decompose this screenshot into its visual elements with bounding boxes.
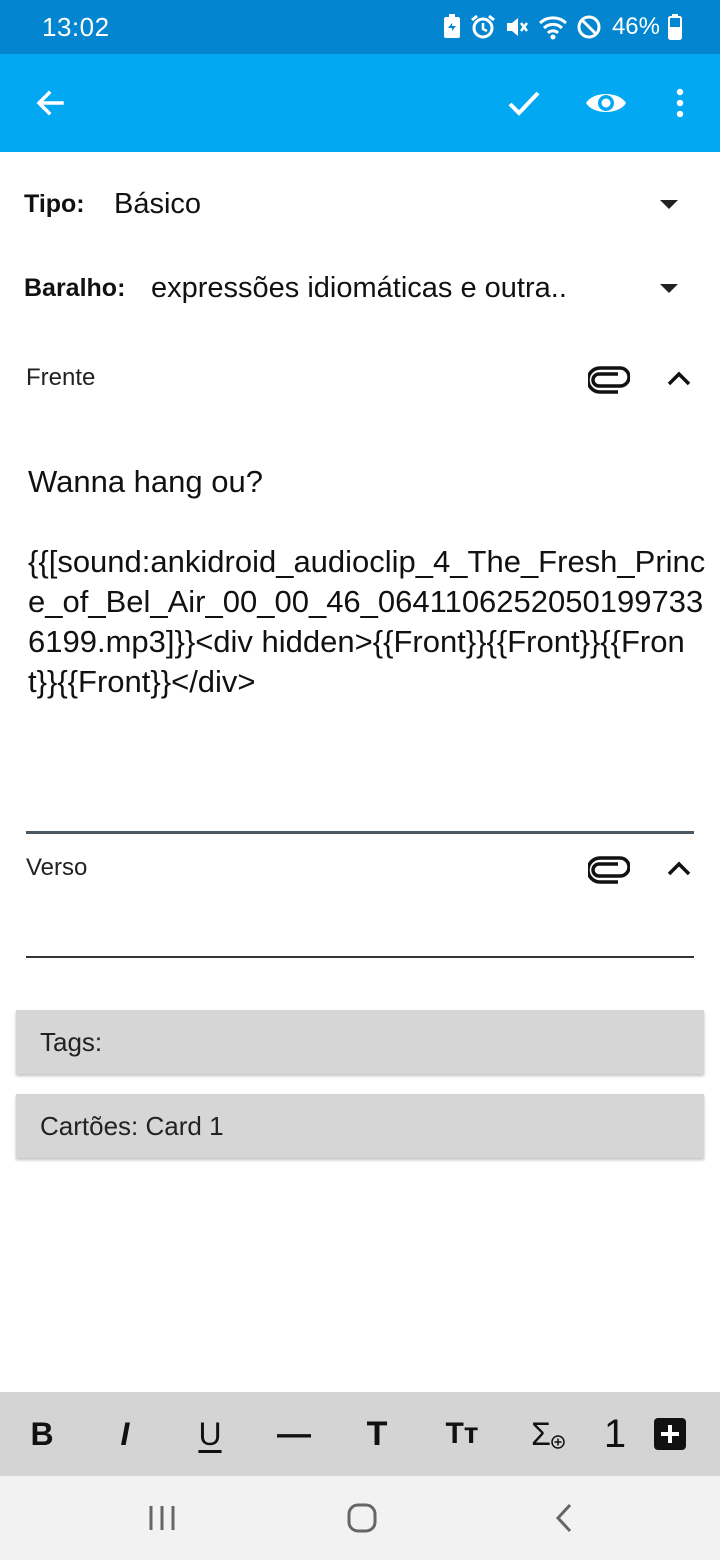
back-icon[interactable] xyxy=(534,1498,594,1538)
field-label-back: Verso xyxy=(26,854,88,881)
underline-button[interactable]: U xyxy=(180,1392,240,1476)
status-icons: 46% xyxy=(442,13,682,41)
recents-icon[interactable] xyxy=(132,1498,192,1538)
note-type-label: Tipo: xyxy=(24,189,85,218)
check-icon[interactable] xyxy=(492,54,556,152)
cloze-button[interactable]: 1 xyxy=(585,1392,645,1476)
field-underline-back xyxy=(26,956,694,958)
field-label-front: Frente xyxy=(26,364,96,391)
alarm-icon xyxy=(471,14,495,39)
note-type-selector[interactable]: Tipo: Básico xyxy=(0,174,720,234)
deck-value: expressões idiomáticas e outra.. xyxy=(151,271,567,304)
more-vert-icon[interactable] xyxy=(648,54,712,152)
attach-icon[interactable] xyxy=(588,364,630,396)
cards-label: Cartões: Card 1 xyxy=(40,1111,224,1141)
battery-percent: 46% xyxy=(611,13,660,40)
status-bar: 13:02 46% xyxy=(0,0,720,54)
bold-button[interactable]: B xyxy=(12,1392,72,1476)
field-input-front[interactable]: Wanna hang ou? {{[sound:ankidroid_audioc… xyxy=(28,462,708,702)
field-header-back: Verso xyxy=(0,842,720,898)
add-format-button[interactable] xyxy=(640,1392,700,1476)
battery-saver-icon xyxy=(443,14,460,38)
field-underline-front xyxy=(26,831,694,834)
font-size-button[interactable]: Tт xyxy=(432,1392,492,1476)
title-button[interactable]: T xyxy=(347,1392,407,1476)
italic-button[interactable]: I xyxy=(95,1392,155,1476)
mathjax-button[interactable]: Σ xyxy=(518,1392,578,1476)
deck-label: Baralho: xyxy=(24,273,126,302)
mathjax-sigma-icon: Σ xyxy=(531,1415,551,1452)
cards-button[interactable]: Cartões: Card 1 xyxy=(16,1094,704,1158)
app-toolbar xyxy=(0,54,720,152)
deck-selector[interactable]: Baralho: expressões idiomáticas e outra.… xyxy=(0,258,720,318)
attach-icon[interactable] xyxy=(588,854,630,886)
add-box-icon xyxy=(654,1418,686,1450)
system-nav-bar xyxy=(0,1476,720,1560)
format-toolbar: B I U — T Tт Σ 1 xyxy=(0,1392,720,1476)
wifi-icon xyxy=(538,16,567,40)
tags-label: Tags: xyxy=(40,1027,103,1057)
chevron-up-icon[interactable] xyxy=(662,852,696,886)
chevron-up-icon[interactable] xyxy=(662,362,696,396)
note-type-dropdown-icon[interactable] xyxy=(660,199,678,209)
battery-icon xyxy=(668,14,682,40)
tags-button[interactable]: Tags: xyxy=(16,1010,704,1074)
home-icon[interactable] xyxy=(332,1498,392,1538)
plus-circle-icon xyxy=(551,1435,565,1449)
do-not-disturb-icon xyxy=(577,15,601,39)
status-time: 13:02 xyxy=(42,12,110,42)
back-arrow-icon[interactable] xyxy=(18,54,82,152)
horizontal-rule-button[interactable]: — xyxy=(264,1392,324,1476)
preview-eye-icon[interactable] xyxy=(574,54,638,152)
field-input-back[interactable] xyxy=(28,904,708,954)
field-header-front: Frente xyxy=(0,352,720,408)
note-type-value: Básico xyxy=(114,187,202,220)
mute-icon xyxy=(506,18,528,36)
deck-dropdown-icon[interactable] xyxy=(660,283,678,293)
